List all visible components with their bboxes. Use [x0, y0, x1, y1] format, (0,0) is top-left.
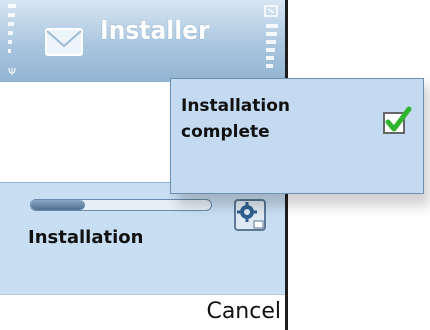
- progress-label: Installation: [28, 227, 144, 248]
- cancel-button[interactable]: Cancel: [206, 299, 281, 324]
- checkmark-icon: [381, 105, 413, 137]
- signal-strength-icon: Ψ: [6, 4, 28, 78]
- notification-popup[interactable]: Installation complete: [170, 78, 424, 194]
- notification-message: Installation complete: [181, 96, 291, 142]
- progress-fill: [31, 200, 85, 210]
- title-bar: Ψ Installer: [0, 0, 285, 82]
- envelope-icon: [44, 22, 84, 62]
- battery-icon: [263, 4, 281, 74]
- softkey-bar: Cancel: [0, 294, 285, 330]
- app-title: Installer: [100, 16, 210, 46]
